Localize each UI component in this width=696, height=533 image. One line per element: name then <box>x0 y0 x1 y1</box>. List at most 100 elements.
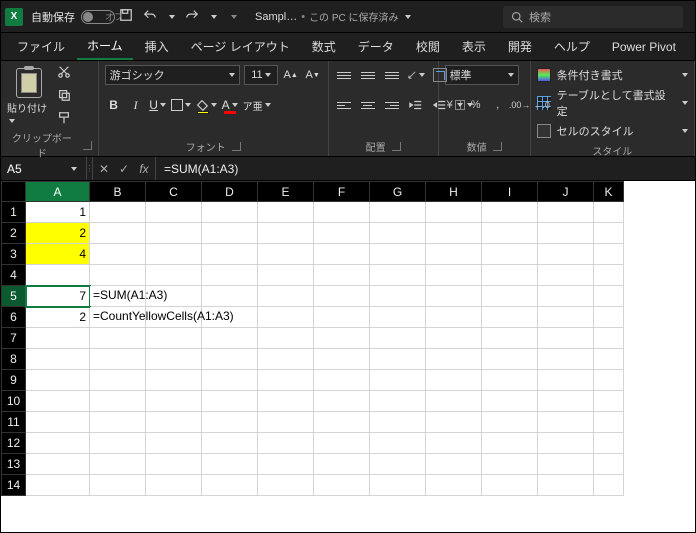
cell-G2[interactable] <box>370 223 426 244</box>
phonetic-button[interactable]: ア亜 <box>243 95 271 115</box>
format-as-table-button[interactable]: テーブルとして書式設定 <box>537 85 688 121</box>
cell-I12[interactable] <box>482 433 538 454</box>
cell-D12[interactable] <box>202 433 258 454</box>
column-header-I[interactable]: I <box>482 182 538 202</box>
dialog-launcher-icon[interactable] <box>83 141 92 150</box>
cell-B5[interactable]: =SUM(A1:A3) <box>90 286 146 307</box>
cell-A11[interactable] <box>26 412 90 433</box>
cell-G11[interactable] <box>370 412 426 433</box>
row-header-4[interactable]: 4 <box>2 265 26 286</box>
cell-D8[interactable] <box>202 349 258 370</box>
column-header-C[interactable]: C <box>146 182 202 202</box>
cell-F2[interactable] <box>314 223 370 244</box>
cell-H5[interactable] <box>426 286 482 307</box>
column-header-A[interactable]: A <box>26 182 90 202</box>
cell-I10[interactable] <box>482 391 538 412</box>
cell-B2[interactable] <box>90 223 146 244</box>
cell-G6[interactable] <box>370 307 426 328</box>
tab-ページ-レイアウト[interactable]: ページ レイアウト <box>181 34 300 59</box>
cell-G3[interactable] <box>370 244 426 265</box>
cell-G4[interactable] <box>370 265 426 286</box>
formula-input[interactable]: =SUM(A1:A3) <box>156 157 695 180</box>
tab-挿入[interactable]: 挿入 <box>135 34 179 59</box>
cell-A5[interactable]: 7 <box>26 286 90 307</box>
cell-C9[interactable] <box>146 370 202 391</box>
autosave-toggle[interactable]: 自動保存 オフ <box>31 9 105 25</box>
cell-K6[interactable] <box>594 307 624 328</box>
cell-B12[interactable] <box>90 433 146 454</box>
comma-format-button[interactable]: , <box>489 95 507 115</box>
underline-button[interactable]: U <box>149 95 167 115</box>
name-box-input[interactable] <box>1 162 69 176</box>
cell-C8[interactable] <box>146 349 202 370</box>
column-header-E[interactable]: E <box>258 182 314 202</box>
cell-H6[interactable] <box>426 307 482 328</box>
tab-データ[interactable]: データ <box>348 34 404 59</box>
name-box[interactable] <box>1 157 87 180</box>
undo-icon[interactable] <box>143 8 157 25</box>
font-size-combo[interactable]: 11 <box>244 65 277 85</box>
cell-G13[interactable] <box>370 454 426 475</box>
row-header-2[interactable]: 2 <box>2 223 26 244</box>
cell-B6[interactable]: =CountYellowCells(A1:A3) <box>90 307 146 328</box>
row-header-6[interactable]: 6 <box>2 307 26 328</box>
cell-I8[interactable] <box>482 349 538 370</box>
row-header-10[interactable]: 10 <box>2 391 26 412</box>
cell-E12[interactable] <box>258 433 314 454</box>
tab-校閲[interactable]: 校閲 <box>406 34 450 59</box>
cell-D14[interactable] <box>202 475 258 496</box>
cell-J2[interactable] <box>538 223 594 244</box>
cell-A7[interactable] <box>26 328 90 349</box>
cell-K4[interactable] <box>594 265 624 286</box>
increase-decimal-button[interactable]: .00→ <box>511 95 529 115</box>
cell-K14[interactable] <box>594 475 624 496</box>
decrease-decimal-button[interactable]: ←.0 <box>533 95 551 115</box>
redo-icon[interactable] <box>185 8 199 25</box>
cell-B8[interactable] <box>90 349 146 370</box>
tab-power-pivot[interactable]: Power Pivot <box>602 36 686 58</box>
tab-数式[interactable]: 数式 <box>302 34 346 59</box>
cell-I7[interactable] <box>482 328 538 349</box>
align-center-button[interactable] <box>359 95 377 115</box>
cell-F3[interactable] <box>314 244 370 265</box>
row-header-1[interactable]: 1 <box>2 202 26 223</box>
cell-A6[interactable]: 2 <box>26 307 90 328</box>
column-header-B[interactable]: B <box>90 182 146 202</box>
dialog-launcher-icon[interactable] <box>493 142 502 151</box>
row-header-8[interactable]: 8 <box>2 349 26 370</box>
cell-B3[interactable] <box>90 244 146 265</box>
cell-I14[interactable] <box>482 475 538 496</box>
cell-A4[interactable] <box>26 265 90 286</box>
cell-K1[interactable] <box>594 202 624 223</box>
cell-I1[interactable] <box>482 202 538 223</box>
cell-G12[interactable] <box>370 433 426 454</box>
cell-styles-button[interactable]: セルのスタイル <box>537 121 688 141</box>
cell-H8[interactable] <box>426 349 482 370</box>
cell-A14[interactable] <box>26 475 90 496</box>
cell-J12[interactable] <box>538 433 594 454</box>
cell-C1[interactable] <box>146 202 202 223</box>
bold-button[interactable]: B <box>105 95 123 115</box>
cell-D4[interactable] <box>202 265 258 286</box>
cell-E10[interactable] <box>258 391 314 412</box>
select-all-corner[interactable] <box>2 182 26 202</box>
cell-J8[interactable] <box>538 349 594 370</box>
cell-K8[interactable] <box>594 349 624 370</box>
cell-A3[interactable]: 4 <box>26 244 90 265</box>
cell-I11[interactable] <box>482 412 538 433</box>
cell-A8[interactable] <box>26 349 90 370</box>
cell-D3[interactable] <box>202 244 258 265</box>
row-header-14[interactable]: 14 <box>2 475 26 496</box>
cell-E13[interactable] <box>258 454 314 475</box>
cell-C12[interactable] <box>146 433 202 454</box>
percent-format-button[interactable]: % <box>467 95 485 115</box>
cell-C7[interactable] <box>146 328 202 349</box>
cell-H1[interactable] <box>426 202 482 223</box>
accept-formula-icon[interactable]: ✓ <box>117 162 131 176</box>
cell-J10[interactable] <box>538 391 594 412</box>
cell-D2[interactable] <box>202 223 258 244</box>
cell-F13[interactable] <box>314 454 370 475</box>
cell-I5[interactable] <box>482 286 538 307</box>
align-right-button[interactable] <box>383 95 401 115</box>
cell-B11[interactable] <box>90 412 146 433</box>
